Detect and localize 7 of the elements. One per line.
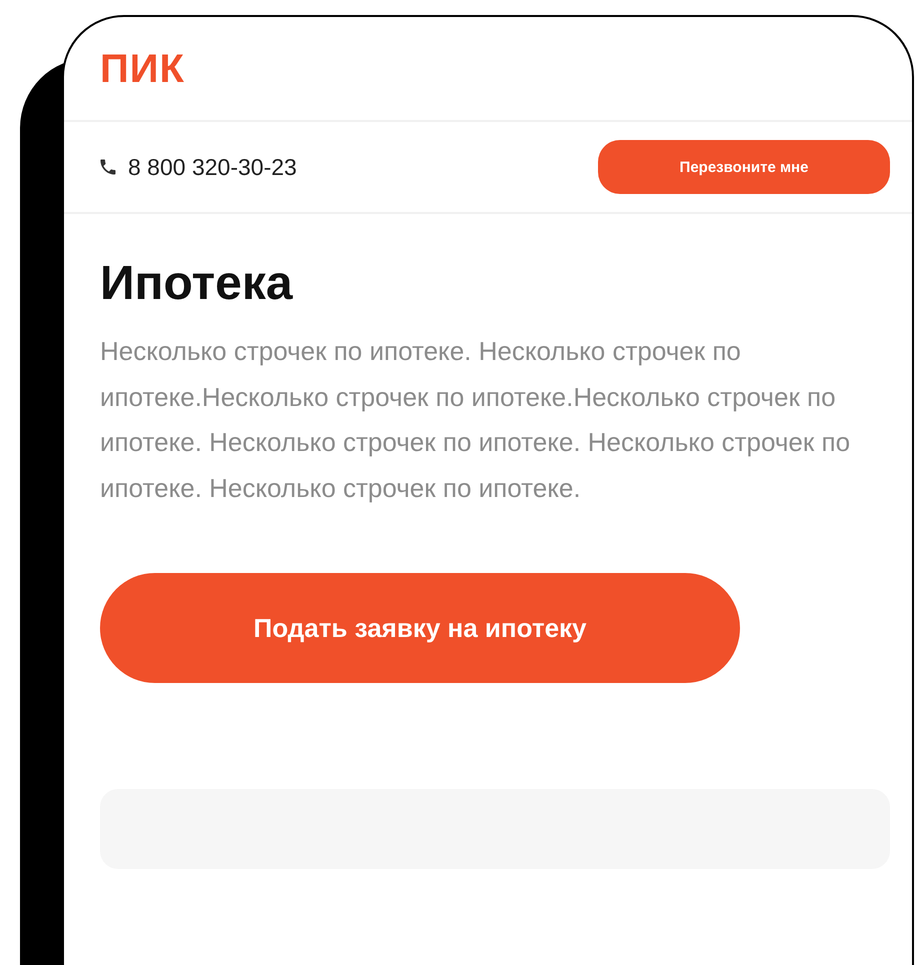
page-title: Ипотека [100, 256, 294, 311]
logo[interactable]: ПИК [100, 47, 185, 91]
apply-button[interactable]: Подать заявку на ипотеку [100, 573, 740, 683]
callback-button[interactable]: Перезвоните мне [598, 140, 890, 194]
phone-number[interactable]: 8 800 320-30-23 [128, 154, 297, 180]
phone-icon [98, 157, 118, 177]
description-text: Несколько строчек по ипотеке. Несколько строчек по ипотеке.Несколько строчек по ипотеке.Несколько строчек по ипотеке. Несколько строчек по ипотеке. Несколько строчек по ипотеке. Несколько строчек по ипотеке. [100, 335, 852, 504]
